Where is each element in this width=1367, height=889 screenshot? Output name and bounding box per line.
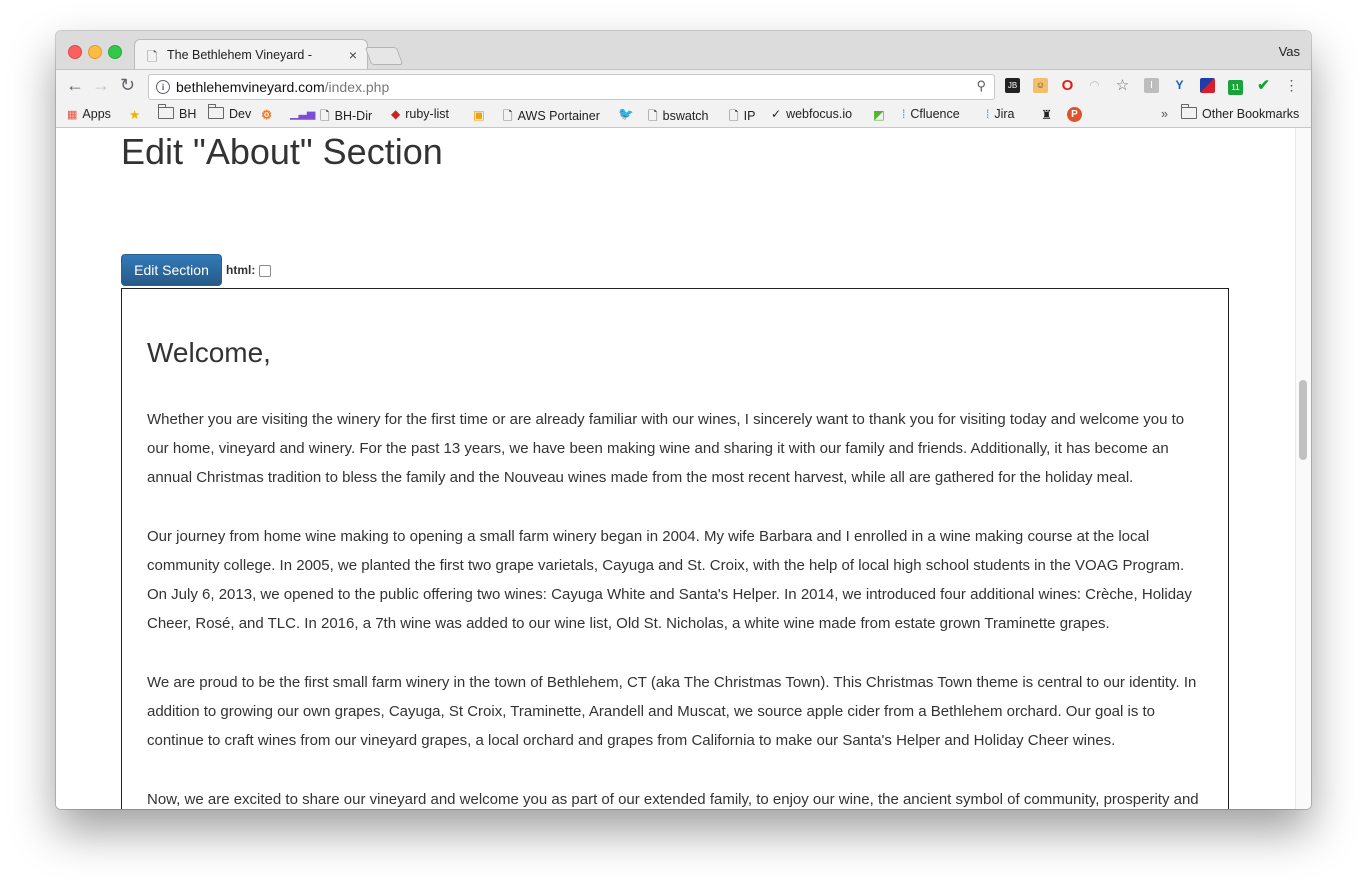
- calendar-extension-icon[interactable]: 11: [1228, 80, 1243, 95]
- v-extension-icon[interactable]: Y: [1172, 78, 1187, 93]
- html-toggle-label: html:: [226, 263, 256, 277]
- confluence-icon: ⁞: [902, 107, 906, 121]
- reload-icon[interactable]: ↻: [120, 75, 135, 96]
- profile-name[interactable]: Vas: [1279, 44, 1300, 59]
- browser-window: 🗋 The Bethlehem Vineyard - × Vas ← → ↻ i…: [56, 31, 1311, 809]
- tab-title: The Bethlehem Vineyard -: [167, 48, 312, 62]
- cast-icon[interactable]: ◠: [1087, 78, 1102, 93]
- page-scrollbar[interactable]: [1295, 128, 1311, 809]
- address-bar[interactable]: i bethlehemvineyard.com/index.php ⚲: [148, 74, 995, 100]
- bookmark-aws-portainer[interactable]: 🗋 AWS Portainer: [503, 107, 600, 128]
- extension-pin-icon[interactable]: ⚲: [976, 78, 986, 94]
- forward-icon[interactable]: →: [92, 75, 110, 96]
- folder-icon: [158, 104, 174, 119]
- bookmark-folder-dev[interactable]: Dev: [208, 104, 251, 121]
- edit-section-button[interactable]: Edit Section: [121, 254, 222, 286]
- analytics-bookmark-icon[interactable]: ▁▃▅: [290, 107, 315, 120]
- bookmark-folder-bh[interactable]: BH: [158, 104, 196, 121]
- green-bookmark-icon[interactable]: ◩: [873, 107, 885, 122]
- about-section-editor[interactable]: Welcome, Whether you are visiting the wi…: [121, 288, 1229, 809]
- window-minimize-button[interactable]: [88, 45, 102, 59]
- bookmark-other-bookmarks[interactable]: Other Bookmarks: [1181, 104, 1299, 121]
- bot-bookmark-icon[interactable]: ♜: [1041, 107, 1052, 122]
- bookmarks-bar: ▦ Apps ★ BH Dev ⚙ ▁▃▅ 🗋 BH-Dir ◆ ruby-list …: [56, 103, 1311, 128]
- package-bookmark-icon[interactable]: ▣: [473, 107, 485, 122]
- bookmark-bswatch[interactable]: 🗋 bswatch: [648, 107, 709, 128]
- tab-active[interactable]: 🗋 The Bethlehem Vineyard - ×: [134, 39, 368, 70]
- bookmark-cfluence[interactable]: ⁞ Cfluence: [902, 107, 960, 121]
- gitlab-icon: ◆: [391, 107, 401, 121]
- tab-close-icon[interactable]: ×: [349, 47, 357, 63]
- apps-grid-icon: ▦: [67, 109, 78, 121]
- tab-strip: 🗋 The Bethlehem Vineyard - × Vas: [56, 31, 1311, 70]
- bookmark-jira[interactable]: ⁞ Jira: [986, 107, 1015, 121]
- checkmark-extension-icon[interactable]: ✔: [1256, 78, 1271, 93]
- document-icon: 🗋: [648, 109, 658, 123]
- jira-icon: ⁞: [986, 107, 990, 121]
- bookmark-ruby-list[interactable]: ◆ ruby-list: [391, 107, 449, 121]
- jetbrains-extension-icon[interactable]: JB: [1005, 78, 1020, 93]
- window-close-button[interactable]: [68, 45, 82, 59]
- grey-extension-icon[interactable]: I: [1144, 78, 1159, 93]
- back-icon[interactable]: ←: [66, 75, 84, 96]
- flag-extension-icon[interactable]: [1200, 78, 1215, 93]
- document-icon: 🗋: [147, 49, 158, 64]
- url-text[interactable]: bethlehemvineyard.com/index.php: [176, 79, 389, 95]
- bookmark-star-icon[interactable]: ☆: [1115, 78, 1130, 93]
- twitter-bookmark-icon[interactable]: 🐦: [618, 107, 634, 122]
- window-maximize-button[interactable]: [108, 45, 122, 59]
- page-title: Edit "About" Section: [121, 131, 443, 172]
- browser-toolbar: ← → ↻ i bethlehemvineyard.com/index.php …: [56, 69, 1311, 104]
- star-bookmark-icon[interactable]: ★: [129, 107, 140, 122]
- opera-extension-icon[interactable]: O: [1060, 78, 1075, 93]
- folder-icon: [1181, 104, 1197, 119]
- menu-dots-icon[interactable]: ⋮: [1284, 78, 1299, 93]
- new-tab-button[interactable]: [364, 47, 404, 65]
- paragraph: Whether you are visiting the winery for …: [147, 411, 1185, 486]
- bookmarks-overflow-icon[interactable]: »: [1161, 107, 1168, 121]
- document-icon: 🗋: [320, 109, 330, 123]
- bookmark-ip[interactable]: 🗋 IP: [729, 107, 755, 128]
- folder-icon: [208, 104, 224, 119]
- page-content: Edit "About" Section Edit Section html: …: [56, 128, 1311, 809]
- bookmark-bh-dir[interactable]: 🗋 BH-Dir: [320, 107, 372, 128]
- hubspot-bookmark-icon[interactable]: ⚙: [261, 107, 272, 122]
- producthunt-bookmark-icon[interactable]: P: [1067, 107, 1082, 122]
- info-icon[interactable]: i: [156, 80, 170, 94]
- document-icon: 🗋: [729, 109, 739, 123]
- paragraph: We are proud to be the first small farm …: [147, 674, 1197, 749]
- section-heading: Welcome,: [147, 337, 271, 368]
- scrollbar-thumb[interactable]: [1299, 380, 1307, 460]
- paragraph: Our journey from home wine making to ope…: [147, 528, 1192, 632]
- face-extension-icon[interactable]: ☺: [1033, 78, 1048, 93]
- paragraph: Now, we are excited to share our vineyar…: [147, 791, 1199, 808]
- bookmark-webfocus[interactable]: ✓ webfocus.io: [771, 107, 852, 121]
- check-circle-icon: ✓: [771, 107, 782, 121]
- html-checkbox[interactable]: [259, 265, 271, 277]
- bookmark-apps[interactable]: ▦ Apps: [67, 107, 111, 121]
- document-icon: 🗋: [503, 109, 513, 123]
